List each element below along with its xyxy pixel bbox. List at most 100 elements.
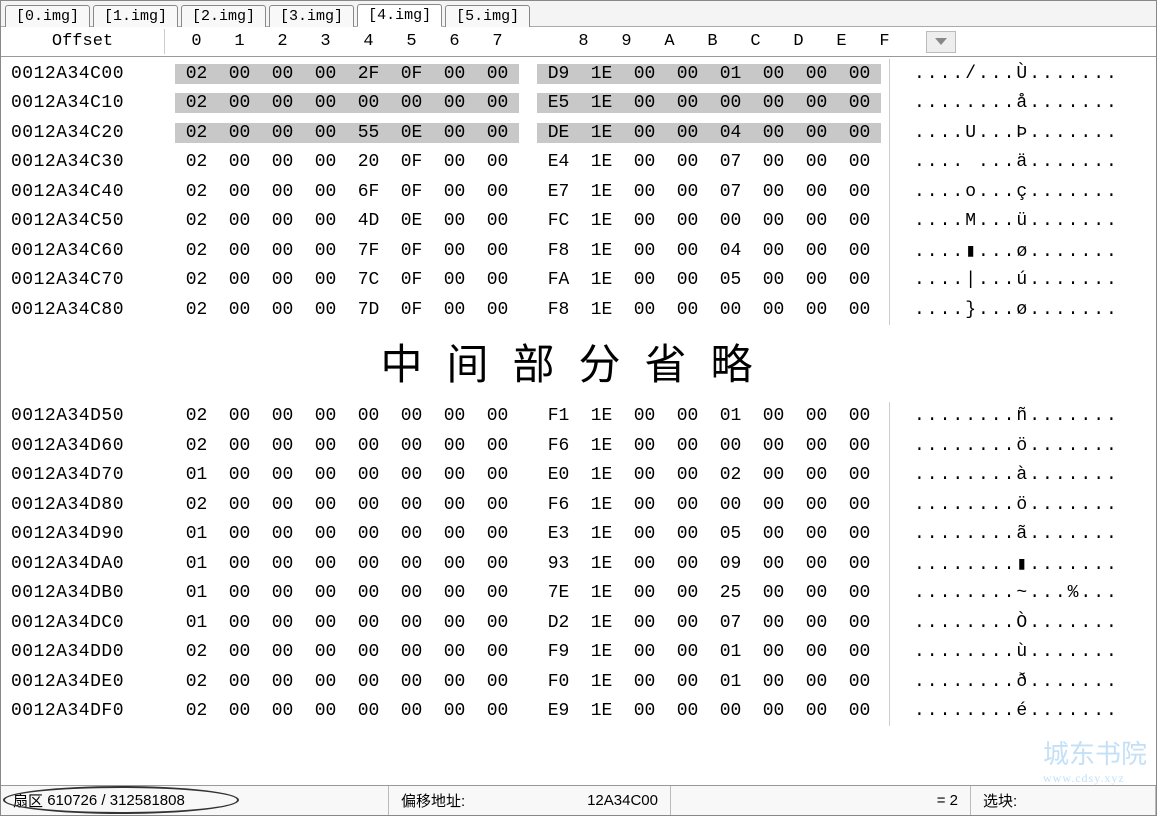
hex-cell[interactable]: 00 <box>347 465 390 485</box>
hex-cell[interactable]: E3 <box>537 524 580 544</box>
hex-cell[interactable]: 00 <box>218 701 261 721</box>
hex-cell[interactable]: 00 <box>838 406 881 426</box>
hex-cell[interactable]: 00 <box>390 524 433 544</box>
hex-cell[interactable]: 00 <box>261 524 304 544</box>
hex-cell[interactable]: 00 <box>218 583 261 603</box>
hex-cell[interactable]: 00 <box>476 211 519 231</box>
hex-cell[interactable]: 00 <box>433 93 476 113</box>
hex-cell[interactable]: 00 <box>752 613 795 633</box>
hex-cell[interactable]: 00 <box>433 300 476 320</box>
hex-cell[interactable]: 00 <box>261 270 304 290</box>
hex-cell[interactable]: 00 <box>304 241 347 261</box>
hex-cell[interactable]: 01 <box>709 406 752 426</box>
hex-cell[interactable]: 00 <box>218 554 261 574</box>
hex-cell[interactable]: 00 <box>752 642 795 662</box>
hex-cell[interactable]: 00 <box>476 300 519 320</box>
hex-cell[interactable]: E0 <box>537 465 580 485</box>
hex-cell[interactable]: 00 <box>838 270 881 290</box>
hex-cell[interactable]: 00 <box>752 241 795 261</box>
hex-cell[interactable]: 09 <box>709 554 752 574</box>
hex-cell[interactable]: 01 <box>175 583 218 603</box>
hex-cell[interactable]: 00 <box>838 701 881 721</box>
hex-cell[interactable]: 00 <box>261 241 304 261</box>
row-hex[interactable]: 0100000000000000E01E000002000000 <box>165 465 881 485</box>
hex-cell[interactable]: 00 <box>795 436 838 456</box>
hex-cell[interactable]: 1E <box>580 123 623 143</box>
hex-row[interactable]: 0012A34C50020000004D0E0000FC1E0000000000… <box>1 207 1156 237</box>
hex-row[interactable]: 0012A34D900100000000000000E31E0000050000… <box>1 520 1156 550</box>
hex-cell[interactable]: 02 <box>175 241 218 261</box>
hex-cell[interactable]: 00 <box>666 241 709 261</box>
hex-cell[interactable]: 02 <box>175 123 218 143</box>
hex-cell[interactable]: 02 <box>175 495 218 515</box>
hex-cell[interactable]: 00 <box>666 64 709 84</box>
hex-cell[interactable]: 00 <box>476 64 519 84</box>
row-ascii[interactable]: ........ð....... <box>890 672 1119 692</box>
hex-cell[interactable]: 00 <box>476 270 519 290</box>
hex-cell[interactable]: 00 <box>623 64 666 84</box>
hex-cell[interactable]: 00 <box>261 406 304 426</box>
row-ascii[interactable]: ........Ò....... <box>890 613 1119 633</box>
hex-cell[interactable]: 1E <box>580 465 623 485</box>
hex-cell[interactable]: 00 <box>838 300 881 320</box>
hex-cell[interactable]: 00 <box>709 436 752 456</box>
hex-cell[interactable]: 00 <box>623 465 666 485</box>
hex-cell[interactable]: 00 <box>261 495 304 515</box>
hex-cell[interactable]: 00 <box>752 436 795 456</box>
tab-1[interactable]: [1.img] <box>93 5 178 27</box>
hex-row[interactable]: 0012A34DB001000000000000007E1E0000250000… <box>1 579 1156 609</box>
hex-cell[interactable]: 01 <box>709 64 752 84</box>
hex-cell[interactable]: 00 <box>347 583 390 603</box>
hex-row[interactable]: 0012A34D800200000000000000F61E0000000000… <box>1 490 1156 520</box>
hex-cell[interactable]: 7C <box>347 270 390 290</box>
tab-0[interactable]: [0.img] <box>5 5 90 27</box>
hex-cell[interactable]: F9 <box>537 642 580 662</box>
hex-cell[interactable]: 00 <box>666 123 709 143</box>
row-hex[interactable]: 0200000000000000F91E000001000000 <box>165 642 881 662</box>
hex-cell[interactable]: 20 <box>347 152 390 172</box>
hex-cell[interactable]: 1E <box>580 436 623 456</box>
hex-cell[interactable]: 00 <box>390 701 433 721</box>
hex-cell[interactable]: 00 <box>347 436 390 456</box>
hex-cell[interactable]: 02 <box>175 672 218 692</box>
hex-cell[interactable]: 00 <box>304 300 347 320</box>
hex-cell[interactable]: 1E <box>580 64 623 84</box>
row-hex[interactable]: 020000007D0F0000F81E000000000000 <box>165 300 881 320</box>
hex-cell[interactable]: F6 <box>537 436 580 456</box>
hex-cell[interactable]: 00 <box>304 211 347 231</box>
hex-cell[interactable]: 4D <box>347 211 390 231</box>
hex-cell[interactable]: 1E <box>580 524 623 544</box>
hex-cell[interactable]: 00 <box>623 613 666 633</box>
hex-cell[interactable]: 00 <box>347 524 390 544</box>
hex-cell[interactable]: 00 <box>347 406 390 426</box>
hex-cell[interactable]: 00 <box>390 495 433 515</box>
hex-cell[interactable]: 00 <box>838 672 881 692</box>
hex-cell[interactable]: 00 <box>752 524 795 544</box>
hex-cell[interactable]: 00 <box>304 672 347 692</box>
hex-cell[interactable]: 00 <box>218 613 261 633</box>
hex-cell[interactable]: 1E <box>580 672 623 692</box>
hex-cell[interactable]: 00 <box>261 64 304 84</box>
row-hex[interactable]: 0200000000000000F61E000000000000 <box>165 436 881 456</box>
hex-cell[interactable]: 00 <box>623 554 666 574</box>
row-ascii[interactable]: ..../...Ù....... <box>890 64 1119 84</box>
hex-cell[interactable]: 00 <box>390 613 433 633</box>
hex-cell[interactable]: 00 <box>261 93 304 113</box>
hex-cell[interactable]: 00 <box>752 554 795 574</box>
hex-cell[interactable]: 00 <box>347 495 390 515</box>
hex-cell[interactable]: 00 <box>623 123 666 143</box>
hex-cell[interactable]: 00 <box>752 211 795 231</box>
hex-cell[interactable]: 00 <box>709 701 752 721</box>
hex-cell[interactable]: 02 <box>175 182 218 202</box>
hex-cell[interactable]: 00 <box>390 554 433 574</box>
hex-cell[interactable]: 00 <box>623 270 666 290</box>
hex-cell[interactable]: 07 <box>709 182 752 202</box>
row-ascii[interactable]: ........~...%... <box>890 583 1119 603</box>
hex-cell[interactable]: 00 <box>433 701 476 721</box>
hex-cell[interactable]: E7 <box>537 182 580 202</box>
hex-cell[interactable]: 00 <box>838 93 881 113</box>
hex-cell[interactable]: 00 <box>623 701 666 721</box>
hex-cell[interactable]: 00 <box>304 583 347 603</box>
hex-cell[interactable]: 00 <box>838 241 881 261</box>
hex-cell[interactable]: 00 <box>261 642 304 662</box>
